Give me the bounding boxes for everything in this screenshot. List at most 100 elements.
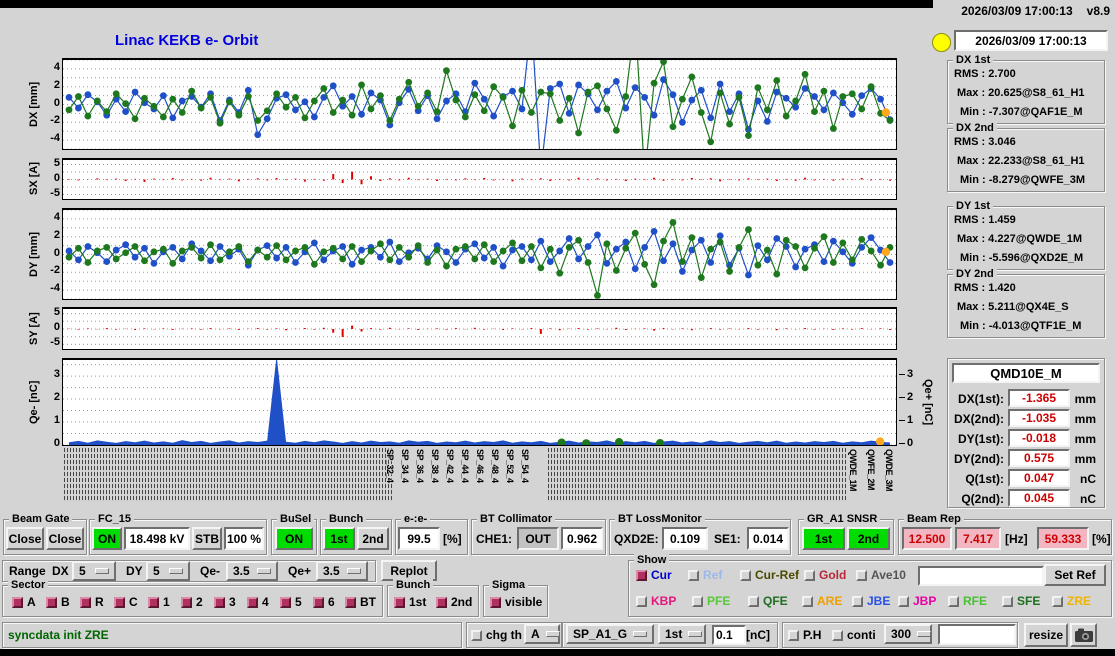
che1-out-button[interactable]: OUT	[517, 527, 559, 550]
y-axis-qe-plus: 3 2 1 0	[898, 358, 921, 449]
sector-checkbox-5[interactable]: 5	[280, 595, 302, 609]
checkbox-icon[interactable]	[788, 629, 799, 641]
range-qem-value: 3.5	[233, 564, 250, 578]
checkbox-icon[interactable]	[1002, 595, 1013, 607]
checkbox-icon[interactable]	[247, 596, 258, 608]
sector-checkbox-r[interactable]: R	[80, 595, 104, 609]
plot-qe: Qe- [nC] 3210 3210 Qe+ [nC]	[0, 358, 945, 449]
sp-monitor-select[interactable]: SP_A1_G	[566, 624, 654, 644]
checkbox-icon[interactable]	[80, 596, 91, 608]
checkbox-icon[interactable]	[740, 569, 751, 581]
beam-gate-close1-button[interactable]: Close	[6, 527, 44, 550]
checkbox-icon[interactable]	[313, 596, 324, 608]
checkbox-icon[interactable]	[688, 569, 699, 581]
sector-checkbox-b[interactable]: B	[46, 595, 70, 609]
set-ref-button[interactable]: Set Ref	[1044, 564, 1106, 586]
sector-checkbox-1[interactable]: 1	[148, 595, 170, 609]
stats-group-dy1-title: DY 1st	[953, 199, 994, 213]
checkbox-icon[interactable]	[214, 596, 225, 608]
checkbox-label: Gold	[819, 568, 847, 582]
checkbox-icon[interactable]	[636, 569, 647, 581]
checkbox-icon[interactable]	[852, 595, 863, 607]
busel-on-button[interactable]: ON	[275, 527, 313, 550]
gr-2nd-button[interactable]: 2nd	[847, 527, 890, 550]
chg-th-checkbox[interactable]: chg th	[471, 628, 522, 642]
show-checkbox-cur[interactable]: Cur	[636, 568, 672, 582]
y-tick-label: 0	[53, 246, 69, 259]
stat-rms: RMS : 3.046	[954, 136, 1016, 148]
range-qep-select[interactable]: 3.5	[316, 561, 368, 581]
show-checkbox-jbe[interactable]: JBE	[852, 594, 890, 608]
ref-name-input[interactable]	[918, 566, 1044, 586]
show-checkbox-cur-ref[interactable]: Cur-Ref	[740, 568, 799, 582]
checkbox-icon[interactable]	[436, 596, 447, 608]
sector-checkbox-bt[interactable]: BT	[345, 595, 376, 609]
checkbox-icon[interactable]	[898, 595, 909, 607]
show-checkbox-qfe[interactable]: QFE	[748, 594, 788, 608]
range-qem-select[interactable]: 3.5	[226, 561, 278, 581]
screenshot-camera-button[interactable]	[1070, 623, 1097, 647]
sector-checkbox-4[interactable]: 4	[247, 595, 269, 609]
sector-checkbox-3[interactable]: 3	[214, 595, 236, 609]
checkbox-icon[interactable]	[394, 596, 405, 608]
plot-area-sx	[62, 158, 897, 200]
sector-checkbox-a[interactable]: A	[12, 595, 36, 609]
show-checkbox-ref[interactable]: Ref	[688, 568, 722, 582]
checkbox-icon[interactable]	[748, 595, 759, 607]
checkbox-icon[interactable]	[46, 596, 57, 608]
sigma-visible-checkbox[interactable]: visible	[490, 595, 542, 609]
count-select[interactable]: 300	[884, 624, 932, 644]
checkbox-icon[interactable]	[692, 595, 703, 607]
checkbox-icon[interactable]	[280, 596, 291, 608]
show-checkbox-pfe[interactable]: PFE	[692, 594, 730, 608]
gr-1st-button[interactable]: 1st	[802, 527, 845, 550]
sector-checkbox-6[interactable]: 6	[313, 595, 335, 609]
checkbox-icon[interactable]	[148, 596, 159, 608]
checkbox-icon[interactable]	[948, 595, 959, 607]
beam-gate-close2-button[interactable]: Close	[46, 527, 84, 550]
bunch-2nd-button[interactable]: 2nd	[357, 527, 389, 550]
show-checkbox-rfe[interactable]: RFE	[948, 594, 987, 608]
ph-checkbox[interactable]: P.H	[788, 628, 821, 642]
show-checkbox-jbp[interactable]: JBP	[898, 594, 936, 608]
checkbox-icon[interactable]	[832, 629, 843, 641]
resize-button[interactable]: resize	[1024, 623, 1068, 647]
sector-checkbox-2[interactable]: 2	[181, 595, 203, 609]
conti-checkbox[interactable]: conti	[832, 628, 876, 642]
checkbox-icon[interactable]	[114, 596, 125, 608]
stats-group-dy1: DY 1st RMS : 1.459 Max : 4.227@QWDE_1M M…	[947, 199, 1105, 270]
stat-min: Min : -4.013@QTF1E_M	[960, 320, 1082, 332]
xaxis-dense-labels-left	[64, 448, 392, 502]
show-checkbox-ave10[interactable]: Ave10	[856, 568, 906, 582]
qmd-row-value: 0.047	[1008, 469, 1070, 487]
bunch-checkbox-1st[interactable]: 1st	[394, 595, 426, 609]
checkbox-icon[interactable]	[12, 596, 23, 608]
charge-threshold-input[interactable]	[712, 625, 746, 645]
fc15-stb-button[interactable]: STB	[192, 527, 222, 550]
range-dx-select[interactable]: 5	[72, 561, 116, 581]
bunch-1st-button[interactable]: 1st	[323, 527, 355, 550]
chg-th-select[interactable]: A	[524, 624, 560, 644]
bunch-order-select[interactable]: 1st	[658, 624, 706, 644]
checkbox-icon[interactable]	[490, 596, 501, 608]
checkbox-icon[interactable]	[856, 569, 867, 581]
extra-input[interactable]	[938, 624, 1016, 645]
range-dy-select[interactable]: 5	[146, 561, 190, 581]
bunch-checkbox-2nd[interactable]: 2nd	[436, 595, 472, 609]
fc15-kv-display: 18.498 kV	[124, 527, 190, 550]
checkbox-icon[interactable]	[804, 569, 815, 581]
show-checkbox-kbp[interactable]: KBP	[636, 594, 676, 608]
checkbox-icon[interactable]	[636, 595, 647, 607]
sector-checkbox-c[interactable]: C	[114, 595, 138, 609]
show-checkbox-sfe[interactable]: SFE	[1002, 594, 1040, 608]
qmd-row-label: DY(1st):	[957, 432, 1004, 446]
show-checkbox-are[interactable]: ARE	[802, 594, 842, 608]
checkbox-icon[interactable]	[181, 596, 192, 608]
fc15-on-button[interactable]: ON	[92, 527, 122, 550]
show-checkbox-zre[interactable]: ZRE	[1052, 594, 1091, 608]
checkbox-icon[interactable]	[802, 595, 813, 607]
show-checkbox-gold[interactable]: Gold	[804, 568, 846, 582]
checkbox-icon[interactable]	[471, 629, 482, 641]
checkbox-icon[interactable]	[1052, 595, 1063, 607]
checkbox-icon[interactable]	[345, 596, 356, 608]
